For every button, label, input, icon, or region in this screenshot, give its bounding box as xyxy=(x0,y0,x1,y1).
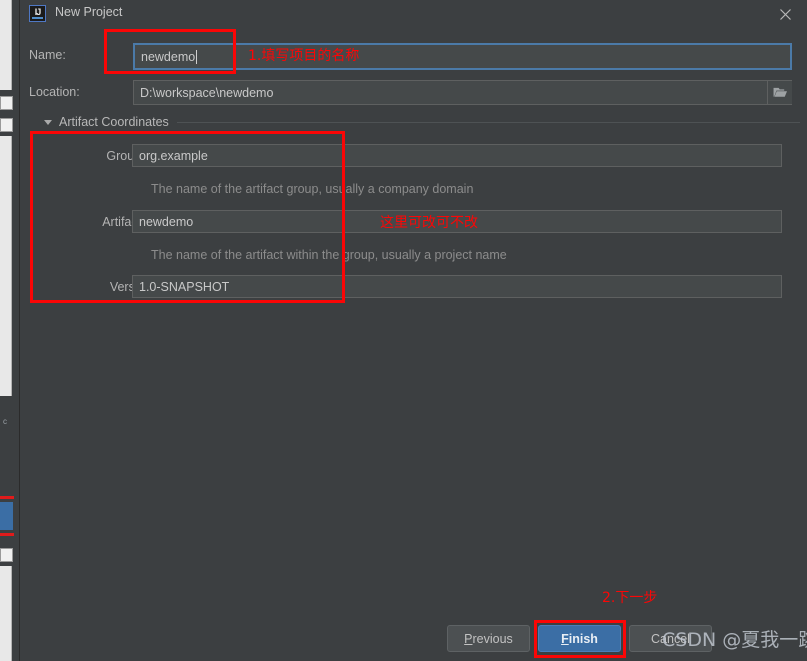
previous-button[interactable]: Previous xyxy=(447,625,530,652)
csdn-watermark: CSDN @夏我一跳 xyxy=(662,625,807,652)
section-title: Artifact Coordinates xyxy=(59,115,169,129)
section-divider xyxy=(176,121,800,123)
version-input[interactable]: 1.0-SNAPSHOT xyxy=(132,275,782,298)
annotation-step-2: 2.下一步 xyxy=(602,590,658,606)
bg-glyph: c xyxy=(3,417,7,426)
artifact-id-value: newdemo xyxy=(139,214,194,229)
watermark-user: @夏我一跳 xyxy=(722,629,807,651)
background-ide-sliver: c xyxy=(0,0,20,661)
name-input[interactable]: newdemo xyxy=(133,43,792,70)
chevron-down-icon xyxy=(44,119,52,125)
dialog-title: New Project xyxy=(55,5,123,19)
group-id-input[interactable]: org.example xyxy=(132,144,782,167)
group-id-hint: The name of the artifact group, usually … xyxy=(151,182,474,196)
artifact-id-hint: The name of the artifact within the grou… xyxy=(151,248,507,262)
bg-red-marker-bottom xyxy=(0,533,14,536)
annotation-editable-note: 这里可改可不改 xyxy=(380,215,478,231)
new-project-dialog: IJ New Project Name: newdemo Location: D… xyxy=(20,0,807,661)
bg-tool-tab-3[interactable] xyxy=(0,548,13,562)
artifact-coordinates-section-header[interactable]: Artifact Coordinates xyxy=(44,113,804,131)
name-input-value: newdemo xyxy=(141,49,196,64)
bg-editor-strip-top xyxy=(0,0,12,90)
location-label: Location: xyxy=(29,85,80,99)
text-caret xyxy=(196,49,198,64)
folder-icon[interactable] xyxy=(767,81,792,104)
finish-button-label: Finish xyxy=(561,631,598,646)
bg-red-marker-top xyxy=(0,496,14,499)
location-input-value: D:\workspace\newdemo xyxy=(140,85,274,100)
bg-editor-strip-mid xyxy=(0,136,12,396)
finish-button[interactable]: Finish xyxy=(538,625,621,652)
bg-tool-tab-2[interactable] xyxy=(0,118,13,132)
watermark-brand: CSDN xyxy=(662,629,717,651)
close-icon[interactable] xyxy=(763,0,807,28)
name-label: Name: xyxy=(29,48,66,62)
previous-button-label: Previous xyxy=(464,631,513,646)
bg-tool-tab-1[interactable] xyxy=(0,96,13,110)
annotation-step-1: 1.填写项目的名称 xyxy=(248,48,360,64)
bg-editor-strip-bottom xyxy=(0,566,12,661)
intellij-idea-icon: IJ xyxy=(29,5,46,22)
version-value: 1.0-SNAPSHOT xyxy=(139,279,230,294)
location-input[interactable]: D:\workspace\newdemo xyxy=(133,80,792,105)
group-id-value: org.example xyxy=(139,148,208,163)
dialog-titlebar: IJ New Project xyxy=(20,0,807,28)
bg-selected-item xyxy=(0,502,13,530)
